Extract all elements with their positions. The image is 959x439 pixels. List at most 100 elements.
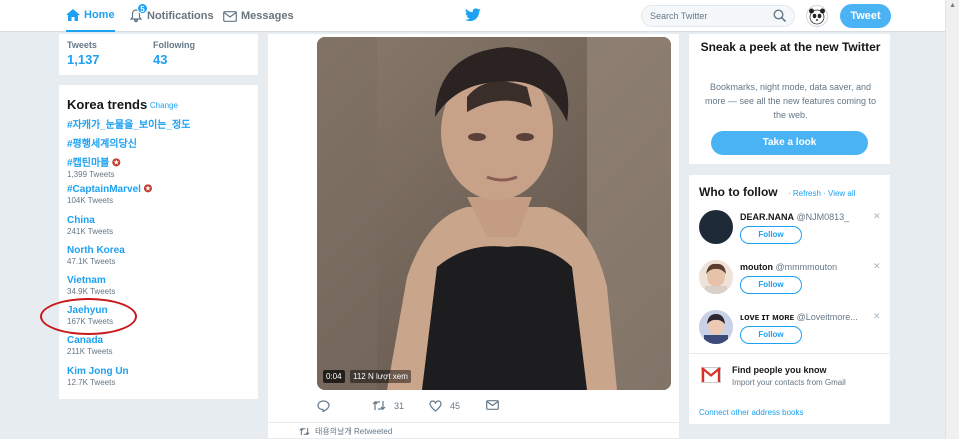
- find-people-subtitle[interactable]: Import your contacts from Gmail: [732, 378, 846, 387]
- trend-name[interactable]: #CaptainMarvel ✪: [67, 184, 152, 195]
- direct-message-action[interactable]: [486, 400, 507, 410]
- captain-marvel-emoji-icon: ✪: [143, 184, 153, 195]
- panda-avatar-icon: [809, 8, 825, 25]
- trend-count: 104K Tweets: [67, 196, 114, 205]
- retweeted-by-text: 태용의날개 Retweeted: [315, 427, 393, 436]
- trend-item[interactable]: #CaptainMarvel ✪ 104K Tweets: [67, 184, 152, 205]
- suggested-user-name[interactable]: ʟᴏᴠᴇ ɪᴛ ᴍᴏʀᴇ @Loveitmore...: [740, 312, 858, 322]
- dismiss-icon[interactable]: ✕: [873, 211, 881, 222]
- trend-item[interactable]: #평행세계의당신: [67, 135, 137, 150]
- trend-count: 47.1K Tweets: [67, 257, 116, 266]
- like-count: 45: [450, 401, 461, 411]
- trend-name[interactable]: #캡틴마블 ✪: [67, 154, 121, 169]
- trend-item[interactable]: #자캐가_눈물을_보이는_정도: [67, 116, 190, 131]
- video-view-count: 112 N lượt xem: [350, 370, 411, 383]
- scrollbar[interactable]: ▲: [945, 0, 959, 439]
- refresh-view-all-links[interactable]: · Refresh · View all: [788, 189, 855, 198]
- retweet-icon: [372, 401, 386, 410]
- dismiss-icon[interactable]: ✕: [873, 261, 881, 272]
- envelope-icon: [223, 10, 237, 22]
- user-display-name: ʟᴏᴠᴇ ɪᴛ ᴍᴏʀᴇ: [740, 312, 795, 322]
- find-people-divider: [689, 353, 892, 354]
- trend-count: 34.9K Tweets: [67, 287, 116, 296]
- follow-suggestion: mouton @mmmmouton Follow ✕: [689, 260, 892, 310]
- follow-suggestion: DEAR.NANA @NJM0813_ Follow ✕: [689, 210, 892, 260]
- trends-change-link[interactable]: · Change: [145, 101, 178, 110]
- avatar[interactable]: [699, 260, 733, 294]
- reply-action[interactable]: [317, 400, 338, 412]
- user-display-name: mouton: [740, 262, 773, 272]
- trend-item[interactable]: Vietnam 34.9K Tweets: [67, 275, 115, 296]
- connect-address-books-link[interactable]: Connect other address books: [699, 408, 804, 417]
- trend-item[interactable]: Kim Jong Un 12.7K Tweets: [67, 366, 129, 387]
- red-highlight-ellipse: [40, 298, 137, 335]
- trend-item[interactable]: #캡틴마블 ✪ 1,399 Tweets: [67, 154, 121, 179]
- trend-item[interactable]: China 241K Tweets: [67, 215, 113, 236]
- tweet-button[interactable]: Tweet: [840, 4, 891, 28]
- video-duration: 0:04: [323, 370, 345, 383]
- follow-button[interactable]: Follow: [740, 326, 802, 344]
- who-to-follow-title: Who to follow: [699, 185, 778, 199]
- search-icon[interactable]: [773, 9, 787, 23]
- dismiss-icon[interactable]: ✕: [873, 311, 881, 322]
- twitter-bird-icon[interactable]: [465, 8, 481, 22]
- captain-marvel-emoji-icon: ✪: [112, 158, 121, 169]
- nav-home[interactable]: Home: [66, 0, 115, 32]
- suggested-user-name[interactable]: DEAR.NANA @NJM0813_: [740, 212, 849, 222]
- search-input[interactable]: Search Twitter: [641, 5, 795, 27]
- nav-notifications-label: Notifications: [147, 10, 214, 22]
- avatar[interactable]: [699, 210, 733, 244]
- nav-messages-label: Messages: [241, 10, 294, 22]
- trend-name[interactable]: Vietnam: [67, 275, 115, 286]
- user-photo-illustration: [699, 310, 733, 344]
- find-people-title[interactable]: Find people you know: [732, 365, 827, 375]
- notification-count-badge: 5: [137, 3, 148, 14]
- following-stat-label[interactable]: Following: [153, 40, 195, 50]
- trend-name[interactable]: #평행세계의당신: [67, 135, 137, 150]
- trend-count: 211K Tweets: [67, 347, 113, 356]
- retweet-count: 31: [394, 400, 405, 411]
- like-action[interactable]: 45: [429, 400, 460, 412]
- take-a-look-button[interactable]: Take a look: [711, 131, 868, 155]
- nav-messages[interactable]: Messages: [223, 0, 294, 32]
- follow-button[interactable]: Follow: [740, 226, 802, 244]
- trend-name[interactable]: China: [67, 215, 113, 226]
- top-nav-bar: Home 5 Notifications Messages Search Twi…: [0, 0, 959, 32]
- trend-item[interactable]: Canada 211K Tweets: [67, 335, 113, 356]
- trend-name[interactable]: Kim Jong Un: [67, 366, 129, 377]
- trend-item[interactable]: North Korea 47.1K Tweets: [67, 245, 125, 266]
- user-handle: @mmmmouton: [775, 262, 838, 272]
- retweeted-by-context[interactable]: 태용의날개 Retweeted: [299, 426, 392, 437]
- avatar[interactable]: [699, 310, 733, 344]
- tweet-divider: [267, 422, 680, 423]
- home-icon: [66, 9, 80, 21]
- nav-notifications[interactable]: 5 Notifications: [129, 0, 214, 32]
- trend-count: 241K Tweets: [67, 227, 114, 236]
- retweet-icon: [299, 427, 310, 436]
- video-frame-illustration: [317, 37, 671, 390]
- tweet-video[interactable]: 0:04 112 N lượt xem: [317, 37, 671, 390]
- trend-name[interactable]: North Korea: [67, 245, 125, 256]
- following-stat-value[interactable]: 43: [153, 52, 167, 67]
- user-handle: @NJM0813_: [796, 212, 850, 222]
- follow-button[interactable]: Follow: [740, 276, 802, 294]
- user-photo-illustration: [699, 260, 733, 294]
- trend-name[interactable]: #자캐가_눈물을_보이는_정도: [67, 116, 190, 131]
- envelope-icon: [486, 400, 499, 410]
- trend-name[interactable]: Canada: [67, 335, 113, 346]
- trends-title: Korea trends: [67, 97, 148, 112]
- tweets-stat-label[interactable]: Tweets: [67, 40, 97, 50]
- user-display-name: DEAR.NANA: [740, 212, 794, 222]
- retweet-action[interactable]: 31: [372, 400, 404, 411]
- profile-stats-card: Tweets 1,137 Following 43: [58, 33, 259, 76]
- gmail-icon: [701, 367, 721, 383]
- trends-card: Korea trends · Change #자캐가_눈물을_보이는_정도 #평…: [58, 84, 259, 400]
- new-twitter-promo-card: Sneak a peek at the new Twitter Bookmark…: [688, 33, 891, 165]
- trend-name-text: #CaptainMarvel: [67, 184, 141, 195]
- scroll-up-arrow-icon[interactable]: ▲: [949, 2, 956, 9]
- profile-avatar[interactable]: [806, 5, 828, 27]
- user-handle: @Loveitmore...: [796, 312, 858, 322]
- tweets-stat-value[interactable]: 1,137: [67, 52, 100, 67]
- nav-home-label: Home: [84, 9, 115, 21]
- suggested-user-name[interactable]: mouton @mmmmouton: [740, 262, 837, 272]
